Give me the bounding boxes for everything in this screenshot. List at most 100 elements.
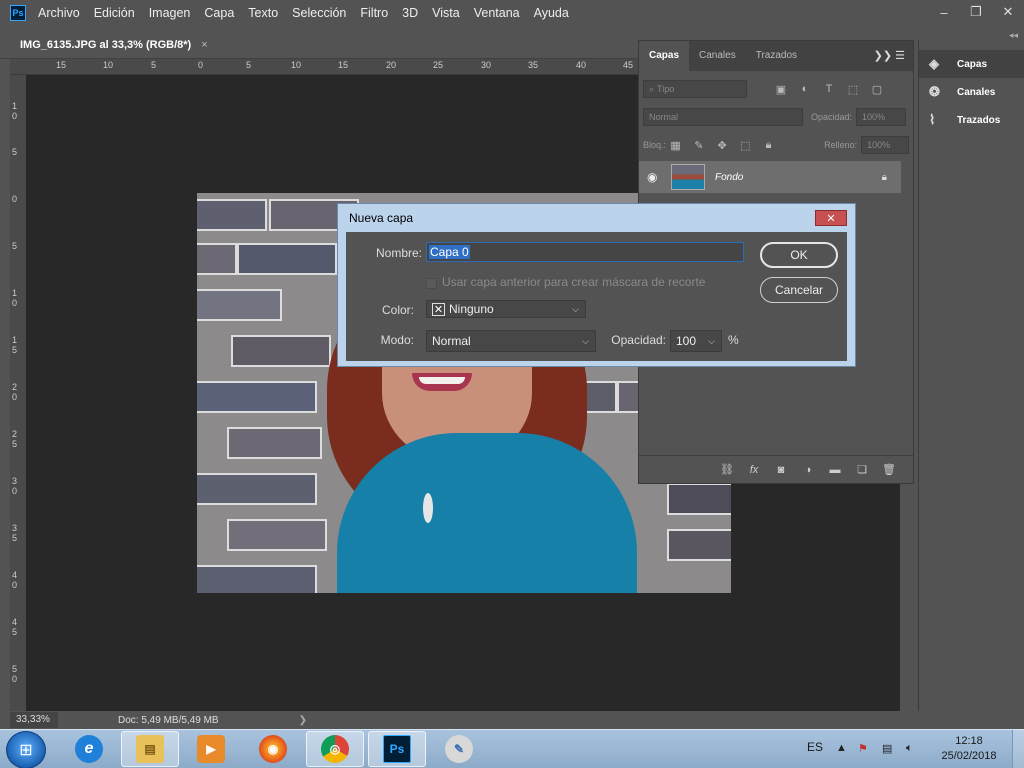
- layer-filter-select[interactable]: ⌕ Tipo: [643, 80, 747, 98]
- ruler-vertical[interactable]: 1 0 5 0 5 1 0 1 5 2 0 2 5 3 0 3 5 4 0 4 …: [10, 75, 26, 711]
- filter-shape-icon[interactable]: ⬚: [845, 81, 861, 97]
- chevron-down-icon[interactable]: ⌵: [708, 336, 715, 347]
- taskbar-explorer[interactable]: ▤: [121, 731, 179, 767]
- opacity-field[interactable]: 100%: [856, 108, 907, 126]
- zoom-level[interactable]: 33,33%: [10, 712, 58, 728]
- tab-capas[interactable]: Capas: [639, 41, 690, 71]
- fill-field[interactable]: 100%: [861, 136, 910, 154]
- menu-ventana[interactable]: Ventana: [474, 6, 520, 20]
- layer-thumbnail[interactable]: [671, 164, 705, 190]
- lock-icon[interactable]: 🔒︎: [882, 172, 887, 183]
- filter-adjustment-icon[interactable]: ◐: [797, 81, 813, 97]
- fx-icon[interactable]: fx: [746, 464, 762, 476]
- cancel-button[interactable]: Cancelar: [760, 277, 838, 303]
- filter-type-icon[interactable]: T: [821, 81, 837, 97]
- taskbar-ie[interactable]: e: [60, 731, 118, 767]
- filter-pixel-icon[interactable]: ▣: [773, 81, 789, 97]
- ruler-tick: 5: [12, 147, 18, 157]
- filter-smart-object-icon[interactable]: ▢: [869, 81, 885, 97]
- blend-mode-select[interactable]: Normal: [643, 108, 803, 126]
- menu-vista[interactable]: Vista: [432, 6, 460, 20]
- menu-imagen[interactable]: Imagen: [149, 6, 191, 20]
- mask-icon[interactable]: ◙: [773, 464, 789, 476]
- tab-close-icon[interactable]: ×: [201, 39, 207, 51]
- menu-capa[interactable]: Capa: [204, 6, 234, 20]
- ruler-horizontal[interactable]: 15 10 5 0 5 10 15 20 25 30 35 40 45: [10, 59, 638, 75]
- action-center-icon[interactable]: ⚑: [858, 742, 868, 755]
- menu-archivo[interactable]: Archivo: [38, 6, 80, 20]
- close-icon[interactable]: ✕: [815, 210, 847, 226]
- dialog-titlebar[interactable]: Nueva capa ✕: [338, 204, 855, 232]
- photoshop-logo-icon[interactable]: Ps: [10, 5, 26, 21]
- chevron-down-icon: ⌵: [572, 303, 579, 314]
- taskbar-chrome[interactable]: ◎: [306, 731, 364, 767]
- lock-pixels-icon[interactable]: ✎: [691, 137, 706, 153]
- blend-row: Normal Opacidad: 100%: [643, 107, 909, 127]
- clipping-mask-checkbox[interactable]: [426, 278, 437, 289]
- ruler-tick: 15: [338, 60, 349, 70]
- lock-artboard-icon[interactable]: ⬚: [738, 137, 753, 153]
- dock-item-capas[interactable]: ◈ Capas: [919, 50, 1024, 78]
- lock-transparency-icon[interactable]: ▦: [668, 137, 683, 153]
- clock[interactable]: 12:18 25/02/2018: [930, 734, 1008, 764]
- start-button[interactable]: ⊞: [6, 731, 46, 768]
- color-select[interactable]: ✕ Ninguno ⌵: [426, 300, 586, 318]
- close-icon[interactable]: ✕: [992, 0, 1024, 24]
- dialog-body: Nombre: Capa 0 Usar capa anterior para c…: [346, 232, 847, 361]
- brick: [231, 335, 331, 367]
- lock-all-icon[interactable]: 🔒︎: [761, 137, 776, 153]
- taskbar-paint[interactable]: ✎: [430, 731, 488, 767]
- menu-3d[interactable]: 3D: [402, 6, 418, 20]
- adjustment-layer-icon[interactable]: ◑: [800, 464, 816, 476]
- layer-name[interactable]: Fondo: [715, 172, 743, 183]
- menu-texto[interactable]: Texto: [248, 6, 278, 20]
- teeth: [419, 377, 465, 384]
- menu-filtro[interactable]: Filtro: [360, 6, 388, 20]
- name-input[interactable]: Capa 0: [426, 242, 744, 262]
- status-bar: 33,33% Doc: 5,49 MB/5,49 MB ❯: [10, 711, 900, 729]
- minimize-icon[interactable]: –: [928, 0, 960, 24]
- tray-expand-icon[interactable]: ▲: [836, 742, 847, 754]
- ruler-tick: 5: [151, 60, 157, 70]
- new-layer-icon[interactable]: ❏: [854, 463, 870, 476]
- menu-ayuda[interactable]: Ayuda: [534, 6, 569, 20]
- mode-select[interactable]: Normal ⌵: [426, 330, 596, 352]
- eye-icon[interactable]: ◉: [647, 170, 669, 184]
- ruler-tick: 2 5: [12, 429, 18, 449]
- tab-canales[interactable]: Canales: [689, 41, 746, 71]
- dialog-title: Nueva capa: [349, 211, 414, 225]
- ruler-tick: 15: [56, 60, 67, 70]
- menu-edicion[interactable]: Edición: [94, 6, 135, 20]
- ok-button[interactable]: OK: [760, 242, 838, 268]
- brick: [197, 243, 237, 275]
- folder-icon[interactable]: ▬: [827, 464, 843, 476]
- document-tab[interactable]: IMG_6135.JPG al 33,3% (RGB/8*) ×: [12, 33, 220, 57]
- dock-item-trazados[interactable]: ⌇ Trazados: [919, 106, 1024, 134]
- trash-icon[interactable]: 🗑︎: [881, 463, 897, 476]
- brick: [227, 519, 327, 551]
- dock-item-canales[interactable]: ❂ Canales: [919, 78, 1024, 106]
- network-icon[interactable]: ▤: [882, 742, 892, 755]
- no-color-icon: ✕: [432, 302, 445, 316]
- opacity-field[interactable]: 100 ⌵: [670, 330, 722, 352]
- menu-seleccion[interactable]: Selección: [292, 6, 346, 20]
- volume-icon[interactable]: 🔈︎: [906, 742, 913, 755]
- panel-menu-icon[interactable]: ❯❯ ☰: [874, 49, 905, 62]
- layer-row[interactable]: ◉ Fondo 🔒︎: [639, 161, 901, 193]
- link-icon[interactable]: ⛓: [719, 463, 735, 476]
- tab-trazados[interactable]: Trazados: [746, 41, 807, 71]
- taskbar-media-player[interactable]: ▶: [182, 731, 240, 767]
- restore-icon[interactable]: ❐: [960, 0, 992, 24]
- pendant: [423, 493, 433, 523]
- show-desktop-button[interactable]: [1012, 730, 1024, 768]
- ruler-tick: 2 0: [12, 382, 18, 402]
- status-menu-icon[interactable]: ❯: [299, 715, 307, 726]
- taskbar-photoshop[interactable]: Ps: [368, 731, 426, 767]
- collapse-icon[interactable]: ◂◂: [1009, 30, 1018, 41]
- language-indicator[interactable]: ES: [807, 740, 823, 754]
- taskbar-firefox[interactable]: ◉: [244, 731, 302, 767]
- clipping-mask-label: Usar capa anterior para crear máscara de…: [442, 275, 706, 289]
- taskbar: ⊞ e ▤ ▶ ◉ ◎ Ps ✎ ES ▲ ⚑ ▤ 🔈︎ 12:18 25/02…: [0, 729, 1024, 768]
- ruler-tick: 35: [528, 60, 539, 70]
- lock-position-icon[interactable]: ✥: [714, 137, 729, 153]
